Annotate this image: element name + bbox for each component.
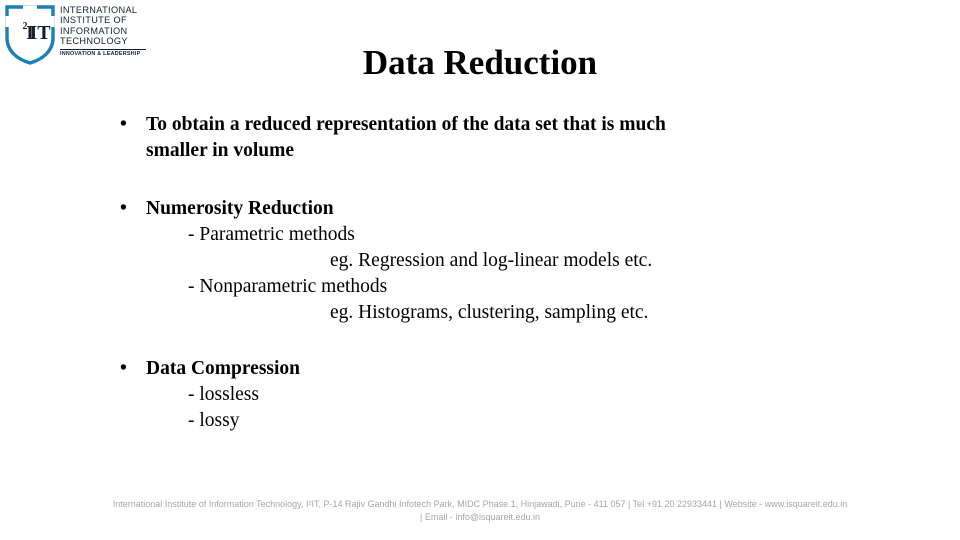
bullet-marker-icon: • xyxy=(120,114,127,135)
bullet-marker-icon: • xyxy=(120,198,127,219)
bullet-marker-icon: • xyxy=(120,358,127,379)
svg-text:2: 2 xyxy=(23,21,28,32)
bullet-2-sub-1: - Parametric methods xyxy=(188,224,355,245)
slide-body: • To obtain a reduced representation of … xyxy=(0,112,960,434)
footer-line-1: International Institute of Information T… xyxy=(112,499,848,509)
bullet-block-1: • To obtain a reduced representation of … xyxy=(0,112,960,164)
bullet-item-3: • Data Compression xyxy=(0,356,960,382)
footer-line-2: | Email - info@isquareit.edu.in xyxy=(419,512,541,522)
bullet-2-example-2: eg. Histograms, clustering, sampling etc… xyxy=(330,302,649,323)
bullet-block-3: • Data Compression - lossless - lossy xyxy=(0,356,960,434)
bullet-1-line-1: To obtain a reduced representation of th… xyxy=(146,114,666,135)
page-title: Data Reduction xyxy=(362,43,598,82)
svg-text:IT: IT xyxy=(29,22,51,44)
bullet-1-line-2: smaller in volume xyxy=(146,140,295,161)
logo-name-line-2: INSTITUTE OF xyxy=(60,15,127,26)
bullet-2-heading: Numerosity Reduction xyxy=(146,198,334,219)
bullet-3-sub-2: - lossy xyxy=(188,410,240,431)
bullet-2-example-1: eg. Regression and log-linear models etc… xyxy=(330,250,653,271)
bullet-item-1: • To obtain a reduced representation of … xyxy=(0,112,960,164)
bullet-3-sub-1: - lossless xyxy=(188,384,259,405)
bullet-block-2: • Numerosity Reduction - Parametric meth… xyxy=(0,196,960,326)
presentation-slide: I 2 IT INTERNATIONAL INSTITUTE OF INFORM… xyxy=(0,0,960,540)
bullet-item-2: • Numerosity Reduction xyxy=(0,196,960,222)
logo-name-line-3: INFORMATION xyxy=(60,25,128,36)
logo-name-line-1: INTERNATIONAL xyxy=(60,5,138,15)
bullet-3-heading: Data Compression xyxy=(146,358,301,379)
slide-footer: International Institute of Information T… xyxy=(0,498,960,524)
bullet-2-sub-2: - Nonparametric methods xyxy=(188,276,388,297)
